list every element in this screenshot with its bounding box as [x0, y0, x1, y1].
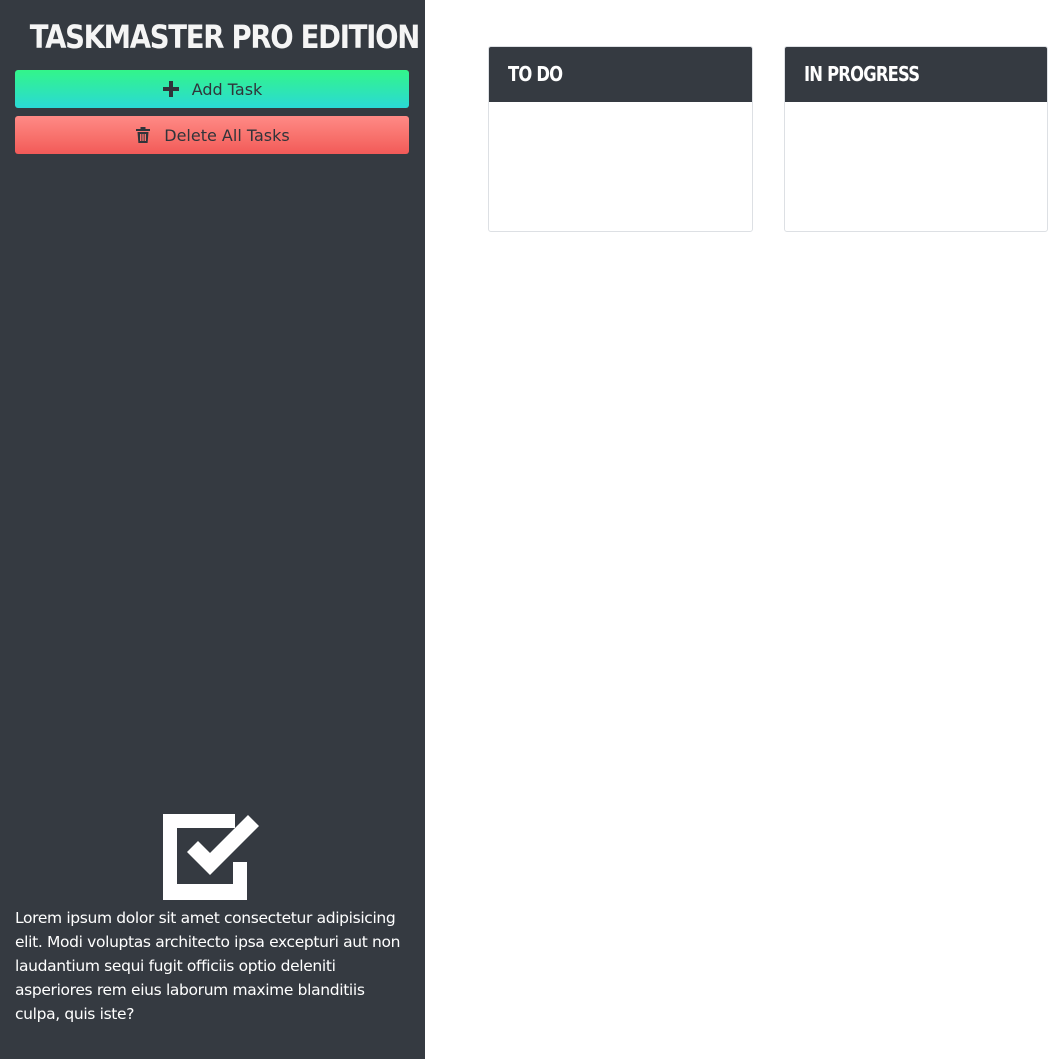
trash-icon	[134, 126, 152, 144]
column-todo: TO DO	[488, 46, 753, 232]
sidebar: TASKMASTER PRO EDITION Add Task Delete A…	[0, 0, 425, 1059]
column-in-progress-header: IN PROGRESS	[785, 47, 1047, 102]
plus-icon	[162, 80, 180, 98]
column-todo-dropzone[interactable]	[489, 102, 752, 231]
task-board: TO DO IN PROGRESS	[425, 0, 1058, 1059]
delete-all-tasks-button[interactable]: Delete All Tasks	[15, 116, 409, 154]
column-todo-header: TO DO	[489, 47, 752, 102]
column-in-progress-title: IN PROGRESS	[804, 62, 920, 86]
sidebar-description: Lorem ipsum dolor sit amet consectetur a…	[15, 909, 401, 1023]
add-task-button[interactable]: Add Task	[15, 70, 409, 108]
checkbox-check-icon	[163, 814, 261, 900]
add-task-label: Add Task	[191, 79, 263, 99]
app-title: TASKMASTER PRO EDITION	[29, 18, 420, 56]
column-in-progress: IN PROGRESS	[784, 46, 1048, 232]
delete-all-tasks-label: Delete All Tasks	[164, 125, 290, 145]
column-in-progress-dropzone[interactable]	[785, 102, 1047, 231]
column-todo-title: TO DO	[508, 62, 563, 86]
app-root: TASKMASTER PRO EDITION Add Task Delete A…	[0, 0, 1058, 1059]
